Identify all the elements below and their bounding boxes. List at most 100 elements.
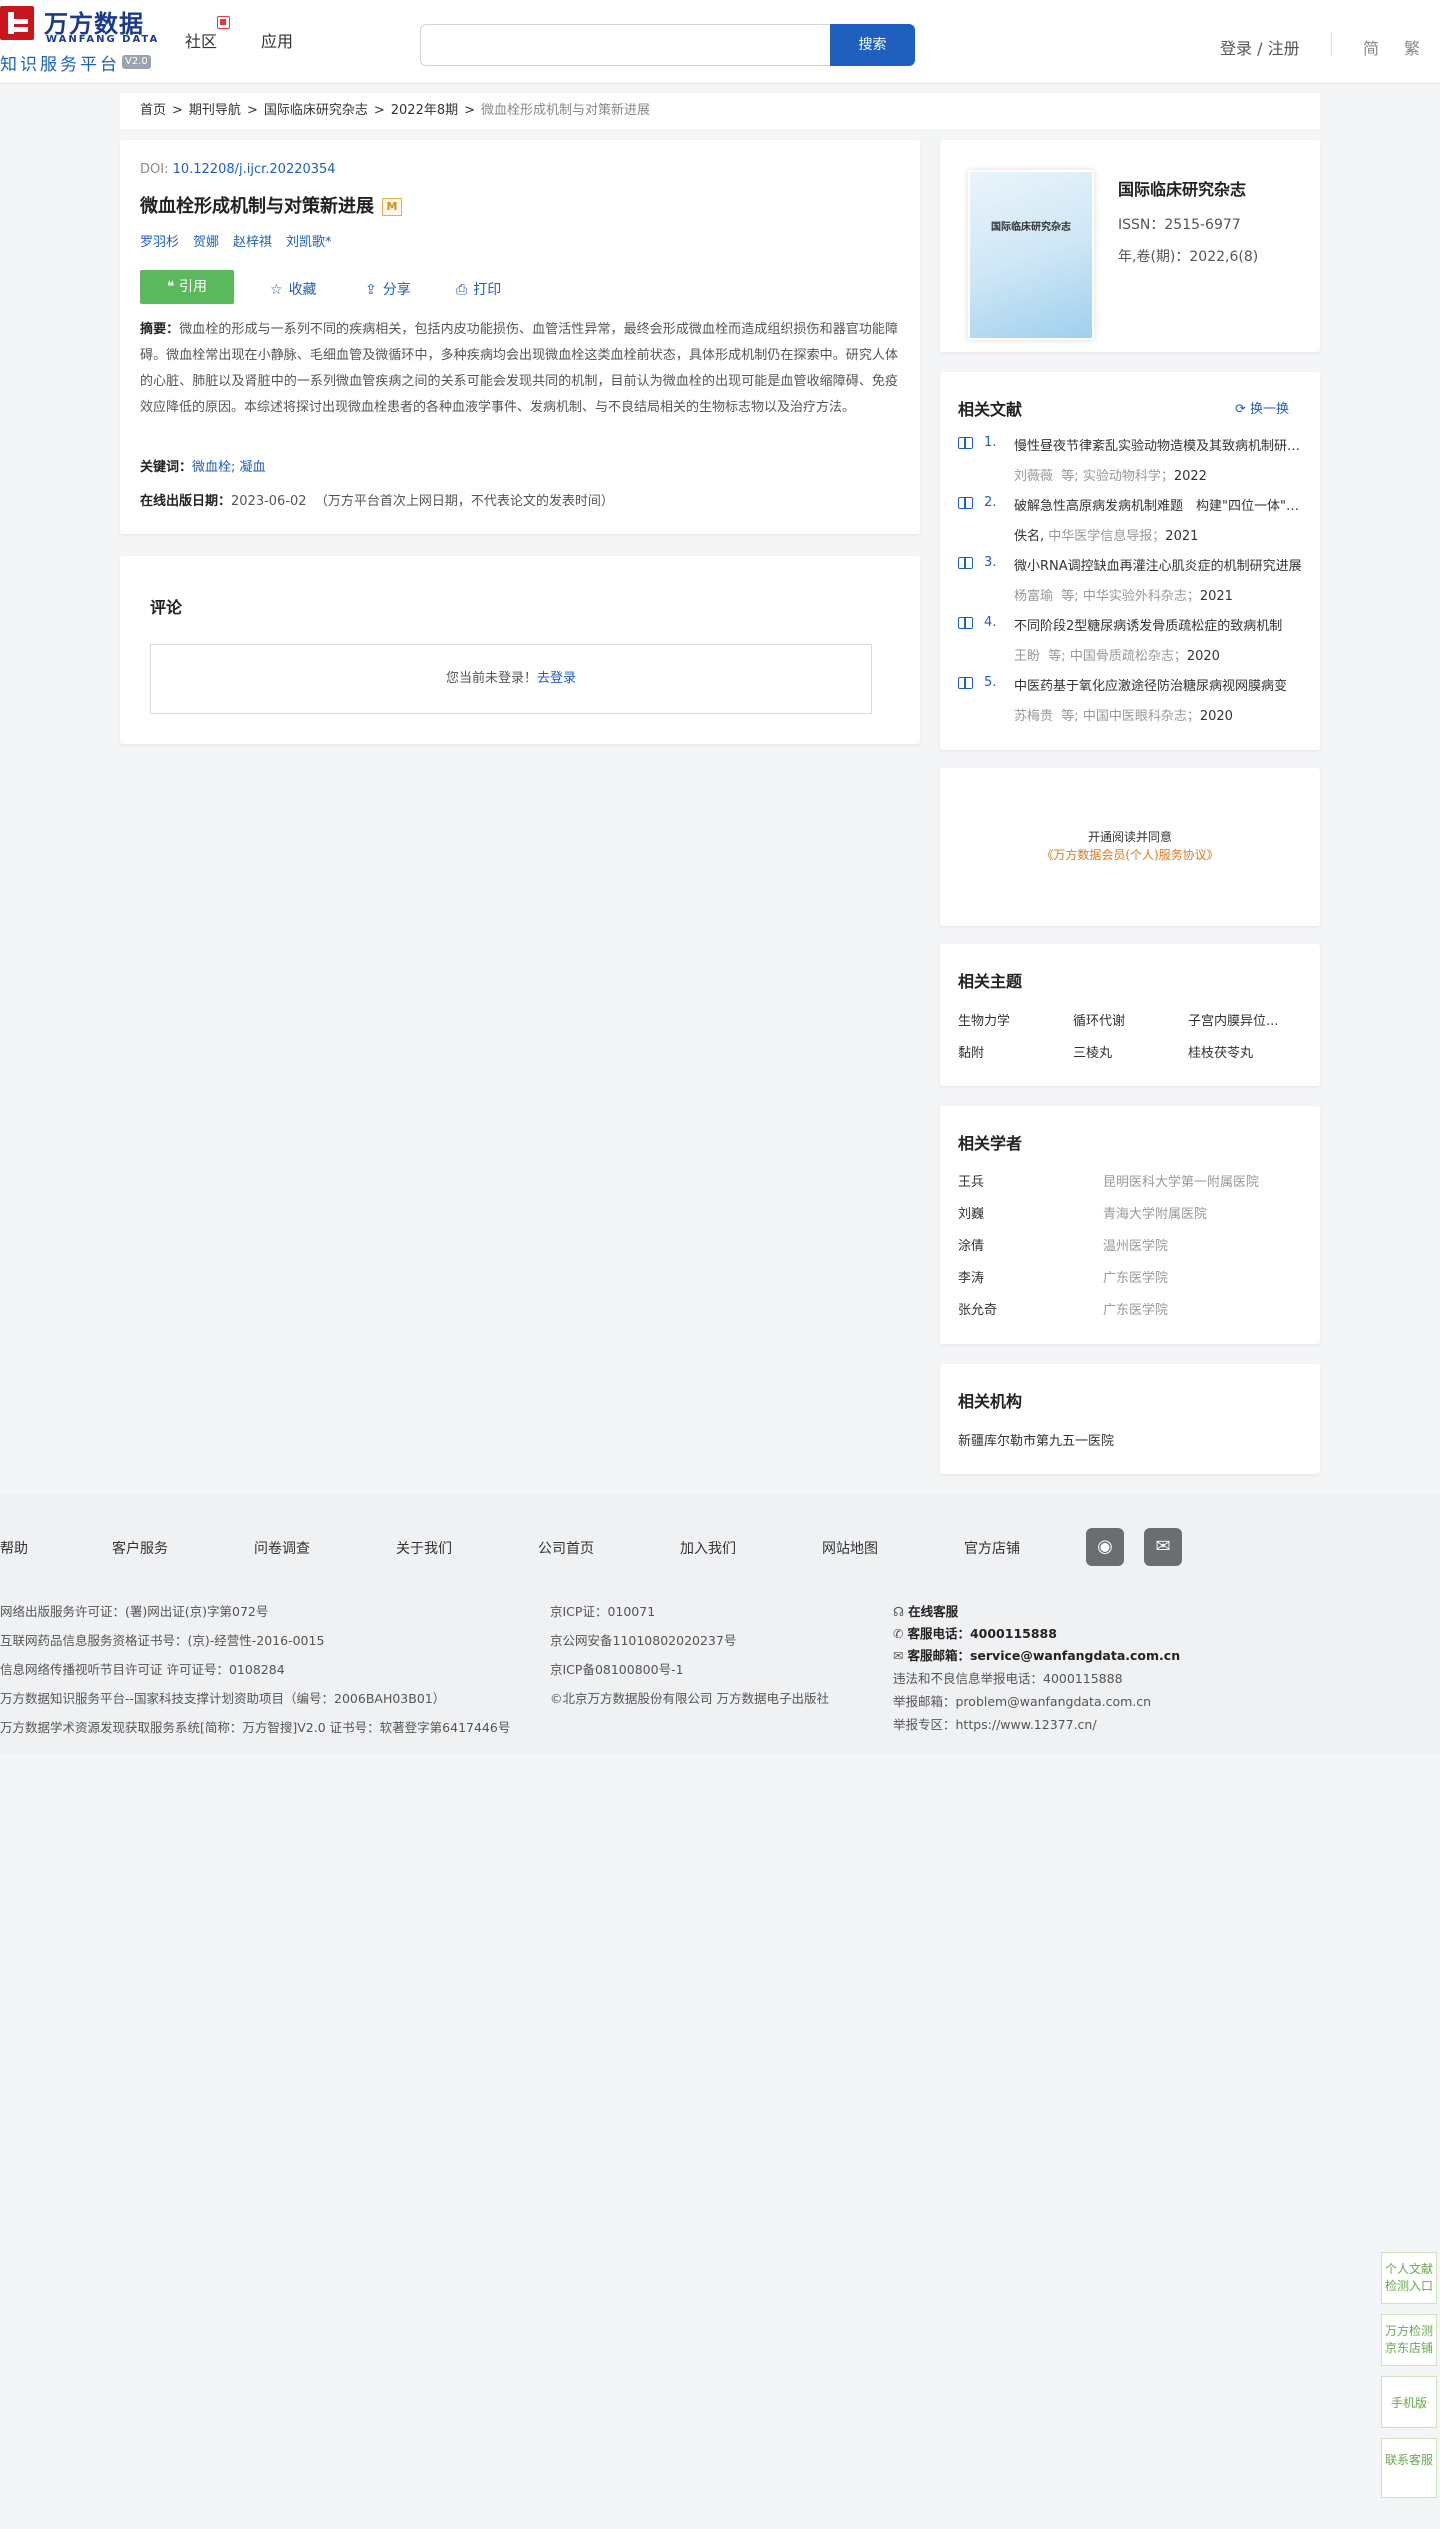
license-line: 万方数据学术资源发现获取服务系统[简称：万方智搜]V2.0 证书号：软著登字第6… [0,1720,511,1735]
refresh-button[interactable]: ⟳ 换一换 [1235,398,1289,417]
abstract-text: 微血栓的形成与一系列不同的疾病相关，包括内皮功能损伤、血管活性异常，最终会形成微… [140,322,898,415]
online-service-label: 在线客服 [908,1604,959,1619]
header-divider [1331,32,1332,56]
nav-community[interactable]: 社区 [185,28,217,52]
author-link[interactable]: 刘凯歌* [286,235,332,250]
related-docs-card: 相关文献 ⟳ 换一换 1. 慢性昼夜节律紊乱实验动物造模及其致病机制研究进展 刘… [940,372,1320,750]
related-doc-title[interactable]: 微小RNA调控缺血再灌注心肌炎症的机制研究进展 [1014,555,1304,574]
report-zone[interactable]: 举报专区：https://www.12377.cn/ [893,1714,1097,1733]
topic-link[interactable]: 黏附 [958,1042,984,1061]
scholar-name[interactable]: 刘巍 [958,1203,984,1222]
breadcrumb-issue[interactable]: 2022年8期 [391,103,458,118]
related-doc-meta: 王盼 等; 中国骨质疏松杂志；2020 [1014,645,1220,664]
login-register-link[interactable]: 登录 / 注册 [1220,35,1300,59]
topic-link[interactable]: 子宫内膜异位... [1188,1010,1278,1029]
journal-issn: ISSN：2515-6977 [1118,217,1241,233]
pub-date-row: 在线出版日期：2023-06-02 （万方平台首次上网日期，不代表论文的发表时间… [140,490,614,509]
search-button[interactable]: 搜索 [830,24,915,66]
author-link[interactable]: 赵梓祺 [233,235,272,250]
footer-link-company[interactable]: 公司首页 [538,1538,594,1558]
license-line: 信息网络传播视听节目许可证 许可证号：0108284 [0,1662,285,1677]
report-phone: 违法和不良信息举报电话：4000115888 [893,1671,1123,1686]
related-doc-title[interactable]: 中医药基于氧化应激途径防治糖尿病视网膜病变 [1014,675,1304,694]
platform-name: 知识服务平台 [0,55,120,75]
weibo-icon[interactable]: ◉ [1086,1528,1124,1566]
breadcrumb-journals[interactable]: 期刊导航 [189,103,241,118]
scholar-org[interactable]: 昆明医科大学第一附属医院 [1103,1171,1259,1190]
footer-link-sitemap[interactable]: 网站地图 [822,1538,878,1558]
author-link[interactable]: 罗羽杉 [140,235,179,250]
m-badge: M [382,198,402,216]
doc-author: 佚名, [1014,529,1045,544]
journal-year-volume: 年,卷(期)：2022,6(8) [1118,249,1259,265]
breadcrumb-journal[interactable]: 国际临床研究杂志 [264,103,368,118]
new-badge-icon [217,16,230,29]
cite-button[interactable]: ❝ 引用 [140,270,234,304]
scholar-name[interactable]: 李涛 [958,1267,984,1286]
headset-icon: ☊ [893,1604,909,1619]
journal-name[interactable]: 国际临床研究杂志 [1118,176,1246,200]
float-tab-check-entry[interactable]: 个人文献检测入口 [1381,2252,1437,2304]
related-doc-title[interactable]: 不同阶段2型糖尿病诱发骨质疏松症的致病机制 [1014,615,1304,634]
related-scholars-card: 相关学者 王兵 昆明医科大学第一附属医院 刘巍 青海大学附属医院 涂倩 温州医学… [940,1106,1320,1344]
footer-link-survey[interactable]: 问卷调查 [254,1538,310,1558]
breadcrumb-home[interactable]: 首页 [140,103,166,118]
top-header: 万方数据 WANFANG DATA 知识服务平台 V2.0 社区 应用 搜索 登… [0,0,1440,84]
go-login-link[interactable]: 去登录 [537,671,576,686]
search-input[interactable] [420,24,830,66]
float-tab-jd-store[interactable]: 万方检测京东店铺 [1381,2314,1437,2366]
footer-link-service[interactable]: 客户服务 [112,1538,168,1558]
author-link[interactable]: 贺娜 [193,235,219,250]
online-service[interactable]: ☊ 在线客服 [893,1601,958,1620]
topic-link[interactable]: 三棱丸 [1073,1042,1112,1061]
wechat-icon[interactable]: ✉ [1144,1528,1182,1566]
footer-link-about[interactable]: 关于我们 [396,1538,452,1558]
share-label: 分享 [382,282,411,298]
related-doc-title[interactable]: 破解急性高原病发病机制难题 构建"四位一体"防治体系 [1014,495,1304,514]
related-topics-card: 相关主题 生物力学 循环代谢 子宫内膜异位... 黏附 三棱丸 桂枝茯苓丸 [940,944,1320,1086]
wanfang-logo-icon[interactable] [0,6,34,40]
footer-link-join[interactable]: 加入我们 [680,1538,736,1558]
doi-link[interactable]: 10.12208/j.ijcr.20220354 [173,162,336,177]
scholar-org[interactable]: 青海大学附属医院 [1103,1203,1207,1222]
scholar-org[interactable]: 温州医学院 [1103,1235,1168,1254]
scholar-name[interactable]: 张允奇 [958,1299,997,1318]
service-phone: ✆ 客服电话：4000115888 [893,1623,1057,1642]
scholar-org[interactable]: 广东医学院 [1103,1299,1168,1318]
collect-button[interactable]: ☆ 收藏 [270,279,317,299]
lang-traditional[interactable]: 繁 [1404,35,1420,59]
book-icon [958,617,973,629]
lang-simplified[interactable]: 简 [1363,35,1379,59]
book-icon [958,677,973,689]
icp-line[interactable]: 京ICP证：010071 [550,1601,655,1620]
footer-link-store[interactable]: 官方店铺 [964,1538,1020,1558]
float-tab-contact[interactable]: 联系客服 [1381,2438,1437,2498]
share-button[interactable]: ⇪ 分享 [365,279,411,299]
scholar-name[interactable]: 涂倩 [958,1235,984,1254]
topic-link[interactable]: 循环代谢 [1073,1010,1125,1029]
doc-etc: 等; [1061,709,1079,724]
doc-source: 中国骨质疏松杂志； [1069,649,1187,664]
related-doc-title[interactable]: 慢性昼夜节律紊乱实验动物造模及其致病机制研究进展 [1014,435,1304,454]
icp-line[interactable]: 京ICP备08100800号-1 [550,1659,684,1678]
scholar-org[interactable]: 广东医学院 [1103,1267,1168,1286]
org-link[interactable]: 新疆库尔勒市第九五一医院 [958,1430,1114,1449]
keywords-links[interactable]: 微血栓; 凝血 [192,460,266,475]
scholar-name[interactable]: 王兵 [958,1171,984,1190]
license-line: 互联网药品信息服务资格证书号：(京)-经营性-2016-0015 [0,1633,325,1648]
related-doc-meta: 佚名, 中华医学信息导报；2021 [1014,525,1198,544]
doi-label: DOI: [140,162,173,177]
doc-year: 2022 [1173,469,1207,484]
icp-line[interactable]: 京公网安备11010802020237号 [550,1630,736,1649]
print-button[interactable]: ⎙ 打印 [456,279,501,299]
journal-cover[interactable]: 国际临床研究杂志 [968,170,1094,340]
email-value[interactable]: service@wanfangdata.com.cn [970,1648,1180,1663]
breadcrumb-current: 微血栓形成机制与对策新进展 [481,103,651,118]
topic-link[interactable]: 生物力学 [958,1010,1010,1029]
nav-apps[interactable]: 应用 [261,28,293,52]
footer-link-help[interactable]: 帮助 [0,1538,28,1558]
topic-link[interactable]: 桂枝茯苓丸 [1188,1042,1253,1061]
agreement-link[interactable]: 《万方数据会员(个人)服务协议》 [940,846,1320,863]
pub-date: 2023-06-02 [231,494,307,509]
float-tab-mobile[interactable]: 手机版 [1381,2376,1437,2428]
